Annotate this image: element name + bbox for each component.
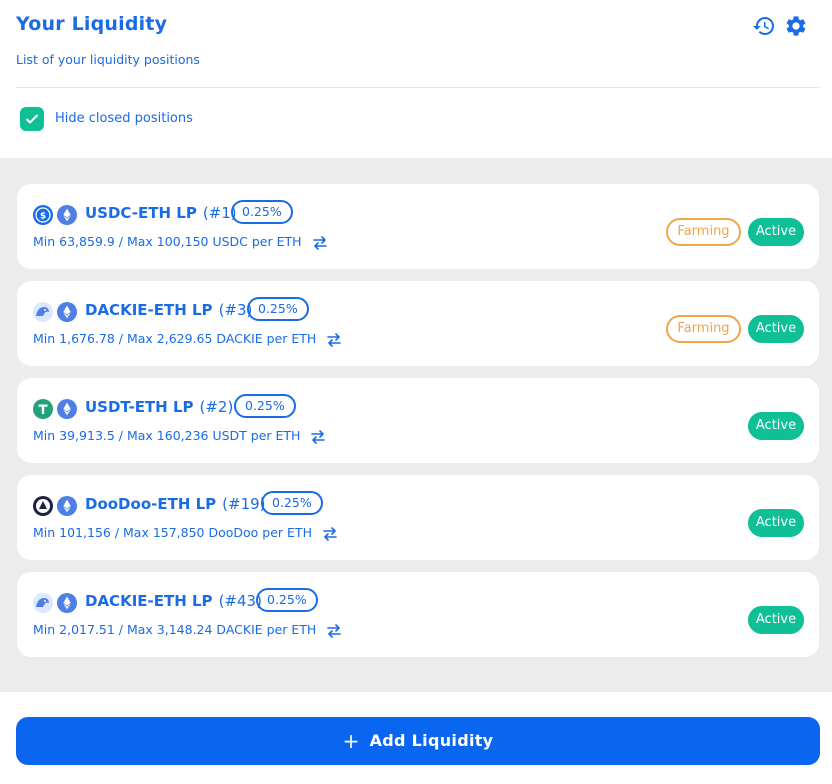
pair-name: USDC-ETH LP (#1) [85, 204, 237, 222]
token-pair-icons [33, 496, 79, 516]
eth-icon [57, 593, 77, 613]
status-badge: Active [748, 412, 804, 440]
price-range: Min 1,676.78 / Max 2,629.65 DACKIE per E… [33, 331, 342, 347]
status-badge: Active [748, 509, 804, 537]
eth-icon [57, 399, 77, 419]
farming-badge: Farming [666, 218, 741, 246]
status-badge: Active [748, 315, 804, 343]
price-range: Min 63,859.9 / Max 100,150 USDC per ETH [33, 234, 328, 250]
pair-name: DooDoo-ETH LP (#19) [85, 495, 266, 513]
position-card[interactable]: DooDoo-ETH LP (#19) 0.25% Min 101,156 / M… [17, 475, 819, 560]
fee-badge: 0.25% [247, 297, 309, 321]
fee-badge: 0.25% [261, 491, 323, 515]
liquidity-footer: + Add Liquidity [0, 692, 832, 784]
status-badge: Active [748, 218, 804, 246]
dackie-icon [33, 593, 53, 613]
token-pair-icons [33, 593, 79, 613]
add-liquidity-label: Add Liquidity [369, 731, 494, 750]
page-subtitle: List of your liquidity positions [16, 52, 200, 67]
position-card[interactable]: USDT-ETH LP (#2) 0.25% Min 39,913.5 / Max… [17, 378, 819, 463]
price-range: Min 39,913.5 / Max 160,236 USDT per ETH [33, 428, 326, 444]
plus-icon: + [342, 729, 360, 753]
page-title: Your Liquidity [16, 13, 168, 35]
eth-icon [57, 302, 77, 322]
pair-name: DACKIE-ETH LP (#3) [85, 301, 253, 319]
swap-arrows-icon[interactable] [322, 526, 338, 541]
fee-badge: 0.25% [256, 588, 318, 612]
swap-arrows-icon[interactable] [326, 623, 342, 638]
pair-name: DACKIE-ETH LP (#43) [85, 592, 262, 610]
eth-icon [57, 496, 77, 516]
token-pair-icons [33, 399, 79, 419]
usdt-icon [33, 399, 53, 419]
position-card[interactable]: DACKIE-ETH LP (#3) 0.25% Min 1,676.78 / M… [17, 281, 819, 366]
svg-text:$: $ [40, 212, 46, 222]
status-badge: Active [748, 606, 804, 634]
checkmark-icon [26, 114, 38, 124]
header-divider [16, 87, 820, 88]
liquidity-panel: Your Liquidity List of your liquidity po… [0, 0, 832, 784]
fee-badge: 0.25% [234, 394, 296, 418]
farming-badge: Farming [666, 315, 741, 343]
swap-arrows-icon[interactable] [326, 332, 342, 347]
position-card[interactable]: DACKIE-ETH LP (#43) 0.25% Min 2,017.51 / … [17, 572, 819, 657]
usdc-icon: $ [33, 205, 53, 225]
price-range: Min 2,017.51 / Max 3,148.24 DACKIE per E… [33, 622, 342, 638]
token-pair-icons [33, 302, 79, 322]
hide-closed-label[interactable]: Hide closed positions [55, 111, 193, 126]
token-pair-icons: $ [33, 205, 79, 225]
eth-icon [57, 205, 77, 225]
liquidity-header: Your Liquidity List of your liquidity po… [0, 0, 832, 158]
add-liquidity-button[interactable]: + Add Liquidity [16, 717, 820, 765]
hide-closed-checkbox[interactable] [20, 107, 44, 131]
fee-badge: 0.25% [231, 200, 293, 224]
pair-name: USDT-ETH LP (#2) [85, 398, 234, 416]
positions-list: $ USDC-ETH LP (#1) 0.25% Min 63,859.9 / M… [0, 158, 832, 692]
swap-arrows-icon[interactable] [312, 235, 328, 250]
swap-arrows-icon[interactable] [310, 429, 326, 444]
position-card[interactable]: $ USDC-ETH LP (#1) 0.25% Min 63,859.9 / M… [17, 184, 819, 269]
settings-gear-icon[interactable] [784, 14, 808, 38]
history-icon[interactable] [752, 14, 776, 38]
doodoo-icon [33, 496, 53, 516]
price-range: Min 101,156 / Max 157,850 DooDoo per ETH [33, 525, 338, 541]
dackie-icon [33, 302, 53, 322]
